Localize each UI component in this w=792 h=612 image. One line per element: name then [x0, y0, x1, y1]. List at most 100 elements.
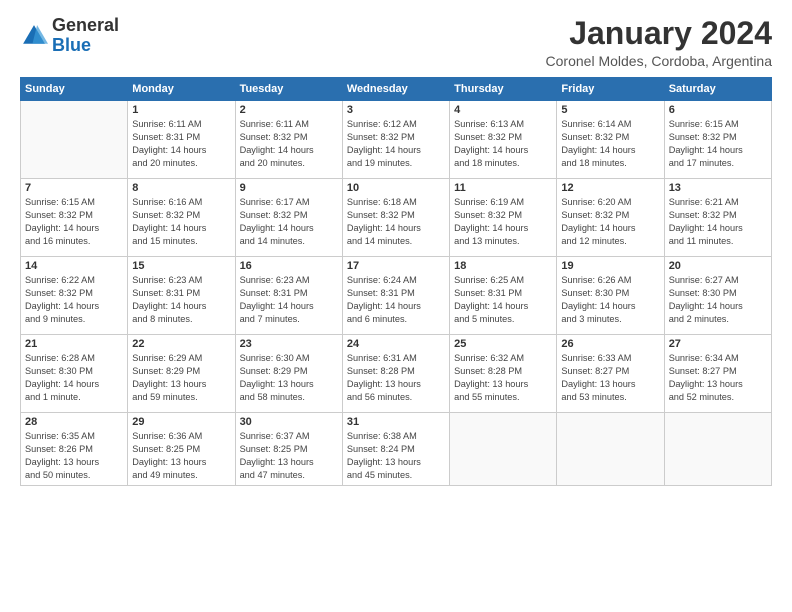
calendar-cell — [557, 413, 664, 486]
day-info: Sunrise: 6:38 AM Sunset: 8:24 PM Dayligh… — [347, 430, 445, 482]
day-info: Sunrise: 6:21 AM Sunset: 8:32 PM Dayligh… — [669, 196, 767, 248]
day-info: Sunrise: 6:25 AM Sunset: 8:31 PM Dayligh… — [454, 274, 552, 326]
day-number: 10 — [347, 182, 445, 194]
day-info: Sunrise: 6:32 AM Sunset: 8:28 PM Dayligh… — [454, 352, 552, 404]
day-info: Sunrise: 6:18 AM Sunset: 8:32 PM Dayligh… — [347, 196, 445, 248]
subtitle: Coronel Moldes, Cordoba, Argentina — [546, 53, 772, 69]
day-number: 29 — [132, 416, 230, 428]
day-info: Sunrise: 6:16 AM Sunset: 8:32 PM Dayligh… — [132, 196, 230, 248]
calendar-cell: 21 Sunrise: 6:28 AM Sunset: 8:30 PM Dayli… — [21, 335, 128, 413]
day-number: 17 — [347, 260, 445, 272]
day-number: 21 — [25, 338, 123, 350]
calendar-cell: 10 Sunrise: 6:18 AM Sunset: 8:32 PM Dayli… — [342, 179, 449, 257]
day-info: Sunrise: 6:34 AM Sunset: 8:27 PM Dayligh… — [669, 352, 767, 404]
calendar-cell: 30 Sunrise: 6:37 AM Sunset: 8:25 PM Dayli… — [235, 413, 342, 486]
day-number: 14 — [25, 260, 123, 272]
calendar-cell: 8 Sunrise: 6:16 AM Sunset: 8:32 PM Daylig… — [128, 179, 235, 257]
day-number: 22 — [132, 338, 230, 350]
day-number: 18 — [454, 260, 552, 272]
calendar-week-3: 14 Sunrise: 6:22 AM Sunset: 8:32 PM Dayli… — [21, 257, 772, 335]
day-number: 30 — [240, 416, 338, 428]
day-info: Sunrise: 6:27 AM Sunset: 8:30 PM Dayligh… — [669, 274, 767, 326]
day-number: 24 — [347, 338, 445, 350]
day-info: Sunrise: 6:37 AM Sunset: 8:25 PM Dayligh… — [240, 430, 338, 482]
calendar-week-1: 1 Sunrise: 6:11 AM Sunset: 8:31 PM Daylig… — [21, 101, 772, 179]
day-info: Sunrise: 6:31 AM Sunset: 8:28 PM Dayligh… — [347, 352, 445, 404]
day-number: 13 — [669, 182, 767, 194]
day-info: Sunrise: 6:30 AM Sunset: 8:29 PM Dayligh… — [240, 352, 338, 404]
calendar-cell: 3Sunrise: 6:12 AM Sunset: 8:32 PM Daylig… — [342, 101, 449, 179]
calendar-cell: 2Sunrise: 6:11 AM Sunset: 8:32 PM Daylig… — [235, 101, 342, 179]
calendar-cell: 12 Sunrise: 6:20 AM Sunset: 8:32 PM Dayli… — [557, 179, 664, 257]
calendar-week-2: 7 Sunrise: 6:15 AM Sunset: 8:32 PM Daylig… — [21, 179, 772, 257]
day-number: 15 — [132, 260, 230, 272]
day-number: 6 — [669, 104, 767, 116]
day-number: 12 — [561, 182, 659, 194]
day-header-thursday: Thursday — [450, 78, 557, 101]
day-info: Sunrise: 6:11 AM Sunset: 8:31 PM Dayligh… — [132, 118, 230, 170]
calendar-cell: 5Sunrise: 6:14 AM Sunset: 8:32 PM Daylig… — [557, 101, 664, 179]
calendar-cell: 17 Sunrise: 6:24 AM Sunset: 8:31 PM Dayli… — [342, 257, 449, 335]
day-info: Sunrise: 6:15 AM Sunset: 8:32 PM Dayligh… — [25, 196, 123, 248]
header: General Blue January 2024 Coronel Moldes… — [20, 16, 772, 69]
calendar-cell: 26Sunrise: 6:33 AM Sunset: 8:27 PM Dayli… — [557, 335, 664, 413]
day-info: Sunrise: 6:23 AM Sunset: 8:31 PM Dayligh… — [132, 274, 230, 326]
calendar-cell — [664, 413, 771, 486]
day-number: 1 — [132, 104, 230, 116]
calendar-cell: 13 Sunrise: 6:21 AM Sunset: 8:32 PM Dayli… — [664, 179, 771, 257]
calendar-cell: 18 Sunrise: 6:25 AM Sunset: 8:31 PM Dayli… — [450, 257, 557, 335]
day-number: 20 — [669, 260, 767, 272]
day-number: 2 — [240, 104, 338, 116]
calendar-cell: 7 Sunrise: 6:15 AM Sunset: 8:32 PM Daylig… — [21, 179, 128, 257]
calendar-cell: 15 Sunrise: 6:23 AM Sunset: 8:31 PM Dayli… — [128, 257, 235, 335]
day-number: 31 — [347, 416, 445, 428]
day-info: Sunrise: 6:23 AM Sunset: 8:31 PM Dayligh… — [240, 274, 338, 326]
calendar-cell: 11Sunrise: 6:19 AM Sunset: 8:32 PM Dayli… — [450, 179, 557, 257]
calendar-cell: 1 Sunrise: 6:11 AM Sunset: 8:31 PM Daylig… — [128, 101, 235, 179]
day-header-friday: Friday — [557, 78, 664, 101]
day-number: 16 — [240, 260, 338, 272]
day-header-saturday: Saturday — [664, 78, 771, 101]
day-number: 8 — [132, 182, 230, 194]
month-title: January 2024 — [546, 16, 772, 51]
calendar-cell: 23 Sunrise: 6:30 AM Sunset: 8:29 PM Dayli… — [235, 335, 342, 413]
calendar-cell: 28 Sunrise: 6:35 AM Sunset: 8:26 PM Dayli… — [21, 413, 128, 486]
day-info: Sunrise: 6:22 AM Sunset: 8:32 PM Dayligh… — [25, 274, 123, 326]
calendar-cell: 19Sunrise: 6:26 AM Sunset: 8:30 PM Dayli… — [557, 257, 664, 335]
day-info: Sunrise: 6:28 AM Sunset: 8:30 PM Dayligh… — [25, 352, 123, 404]
day-info: Sunrise: 6:14 AM Sunset: 8:32 PM Dayligh… — [561, 118, 659, 170]
calendar-cell: 31 Sunrise: 6:38 AM Sunset: 8:24 PM Dayli… — [342, 413, 449, 486]
calendar-cell: 16 Sunrise: 6:23 AM Sunset: 8:31 PM Dayli… — [235, 257, 342, 335]
day-info: Sunrise: 6:20 AM Sunset: 8:32 PM Dayligh… — [561, 196, 659, 248]
day-info: Sunrise: 6:19 AM Sunset: 8:32 PM Dayligh… — [454, 196, 552, 248]
day-number: 26 — [561, 338, 659, 350]
calendar-cell: 9Sunrise: 6:17 AM Sunset: 8:32 PM Daylig… — [235, 179, 342, 257]
day-header-sunday: Sunday — [21, 78, 128, 101]
calendar-cell: 4 Sunrise: 6:13 AM Sunset: 8:32 PM Daylig… — [450, 101, 557, 179]
calendar-week-4: 21 Sunrise: 6:28 AM Sunset: 8:30 PM Dayli… — [21, 335, 772, 413]
day-number: 7 — [25, 182, 123, 194]
calendar-cell: 27 Sunrise: 6:34 AM Sunset: 8:27 PM Dayli… — [664, 335, 771, 413]
day-number: 27 — [669, 338, 767, 350]
day-info: Sunrise: 6:17 AM Sunset: 8:32 PM Dayligh… — [240, 196, 338, 248]
day-number: 4 — [454, 104, 552, 116]
calendar-table: SundayMondayTuesdayWednesdayThursdayFrid… — [20, 77, 772, 486]
logo-icon — [20, 22, 48, 50]
calendar-cell — [21, 101, 128, 179]
calendar-cell — [450, 413, 557, 486]
calendar-cell: 29Sunrise: 6:36 AM Sunset: 8:25 PM Dayli… — [128, 413, 235, 486]
logo: General Blue — [20, 16, 119, 56]
logo-text: General Blue — [52, 16, 119, 56]
calendar-cell: 20 Sunrise: 6:27 AM Sunset: 8:30 PM Dayli… — [664, 257, 771, 335]
title-block: January 2024 Coronel Moldes, Cordoba, Ar… — [546, 16, 772, 69]
day-info: Sunrise: 6:35 AM Sunset: 8:26 PM Dayligh… — [25, 430, 123, 482]
day-header-tuesday: Tuesday — [235, 78, 342, 101]
day-number: 23 — [240, 338, 338, 350]
calendar-cell: 24 Sunrise: 6:31 AM Sunset: 8:28 PM Dayli… — [342, 335, 449, 413]
day-info: Sunrise: 6:13 AM Sunset: 8:32 PM Dayligh… — [454, 118, 552, 170]
day-number: 28 — [25, 416, 123, 428]
page: General Blue January 2024 Coronel Moldes… — [0, 0, 792, 612]
calendar-cell: 22Sunrise: 6:29 AM Sunset: 8:29 PM Dayli… — [128, 335, 235, 413]
day-number: 19 — [561, 260, 659, 272]
day-info: Sunrise: 6:24 AM Sunset: 8:31 PM Dayligh… — [347, 274, 445, 326]
